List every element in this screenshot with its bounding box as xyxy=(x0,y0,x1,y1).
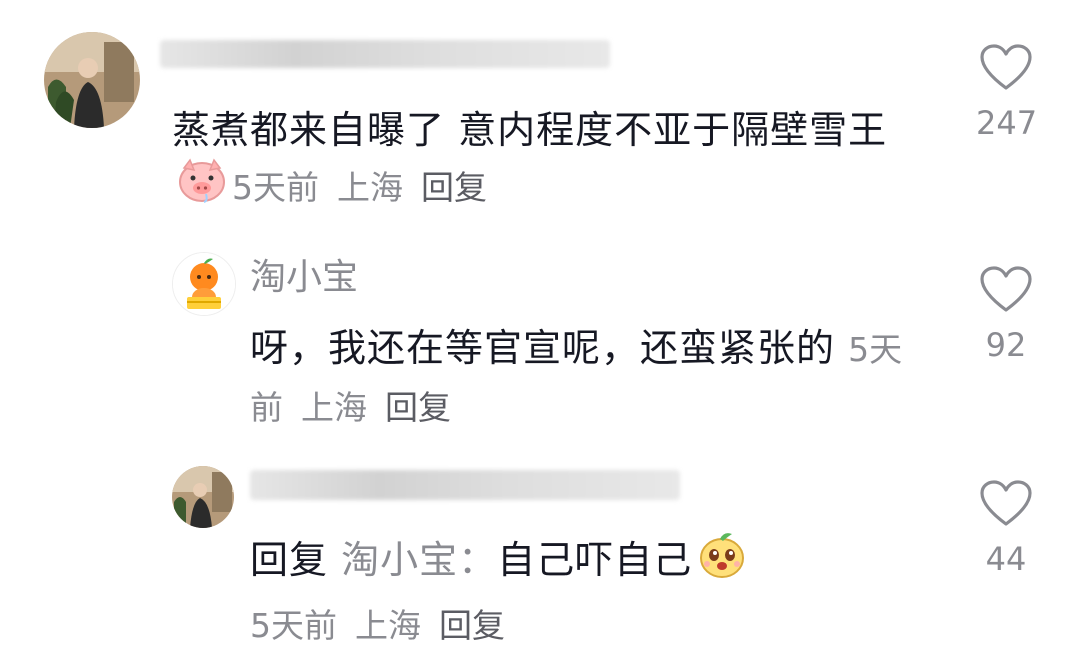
comment-body: 蒸煮都来自曝了 意内程度不亚于隔壁雪王 5天前 上海 回复 xyxy=(172,102,932,219)
pig-face-emoji-icon xyxy=(176,158,228,219)
comment-location: 上海 xyxy=(337,168,403,207)
comment-text: 蒸煮都来自曝了 意内程度不亚于隔壁雪王 xyxy=(172,108,888,152)
heart-icon xyxy=(980,44,1032,90)
comment-body: 回复 淘小宝：自己吓自己 xyxy=(250,530,950,595)
reply-button[interactable]: 回复 xyxy=(439,606,505,645)
blurred-username[interactable] xyxy=(160,40,610,68)
comment-body: 呀，我还在等官宣呢，还蛮紧张的 5天前 上海 回复 xyxy=(250,320,910,436)
like-count: 44 xyxy=(985,540,1027,578)
like-button[interactable]: 92 xyxy=(976,266,1036,364)
username[interactable]: 淘小宝 xyxy=(250,256,358,300)
avatar-photo-icon xyxy=(44,32,140,128)
comment-location: 上海 xyxy=(301,388,367,427)
comment-location: 上海 xyxy=(355,606,421,645)
orange-mascot-icon xyxy=(173,253,235,315)
like-button[interactable]: 44 xyxy=(976,480,1036,578)
like-count: 247 xyxy=(976,104,1038,142)
reply-target-username[interactable]: 淘小宝： xyxy=(341,538,497,582)
reply-button[interactable]: 回复 xyxy=(421,168,487,207)
avatar[interactable] xyxy=(44,32,140,128)
reply-prefix: 回复 xyxy=(250,538,329,582)
comment-text: 自己吓自己 xyxy=(497,538,693,582)
blurred-username[interactable] xyxy=(250,470,680,500)
avatar-photo-icon xyxy=(172,466,234,528)
comment-meta: 5天前 上海 回复 xyxy=(232,168,505,207)
comment-text: 呀，我还在等官宣呢，还蛮紧张的 xyxy=(250,326,836,370)
heart-icon xyxy=(980,480,1032,526)
avatar[interactable] xyxy=(172,252,236,316)
like-count: 92 xyxy=(985,326,1027,364)
comment-time: 5天前 xyxy=(232,168,319,207)
reply-button[interactable]: 回复 xyxy=(385,388,451,427)
like-button[interactable]: 247 xyxy=(976,44,1038,142)
mango-face-emoji-icon xyxy=(696,530,748,595)
comment-meta: 5天前 上海 回复 xyxy=(250,604,523,648)
avatar[interactable] xyxy=(172,466,234,528)
heart-icon xyxy=(980,266,1032,312)
comment-time: 5天前 xyxy=(250,606,337,645)
